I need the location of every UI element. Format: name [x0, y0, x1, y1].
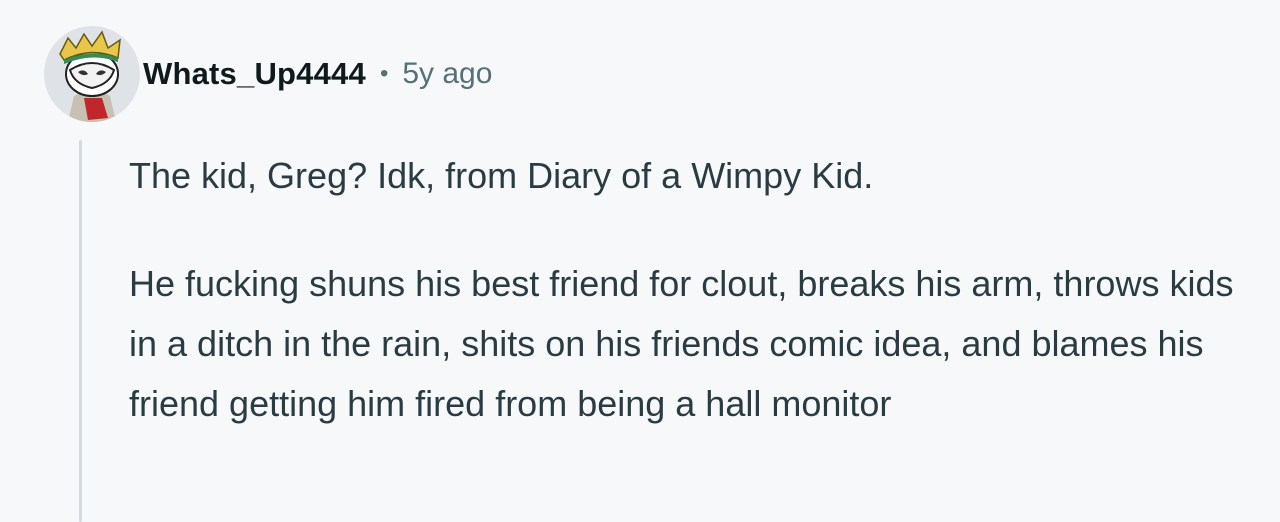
comment-paragraph: He fucking shuns his best friend for clo…	[129, 263, 1234, 424]
avatar-illustration	[59, 30, 121, 122]
comment-author[interactable]: Whats_Up4444	[143, 56, 366, 92]
comment: Whats_Up4444 • 5y ago The kid, Greg? Idk…	[0, 0, 1280, 522]
comment-timestamp[interactable]: 5y ago	[402, 57, 492, 91]
thread-line[interactable]	[79, 140, 82, 522]
comment-paragraph: The kid, Greg? Idk, from Diary of a Wimp…	[129, 155, 874, 196]
comment-body: The kid, Greg? Idk, from Diary of a Wimp…	[129, 146, 1269, 434]
comment-header: Whats_Up4444 • 5y ago	[44, 26, 492, 122]
user-avatar-icon[interactable]	[44, 26, 140, 122]
meta-separator: •	[379, 60, 389, 87]
